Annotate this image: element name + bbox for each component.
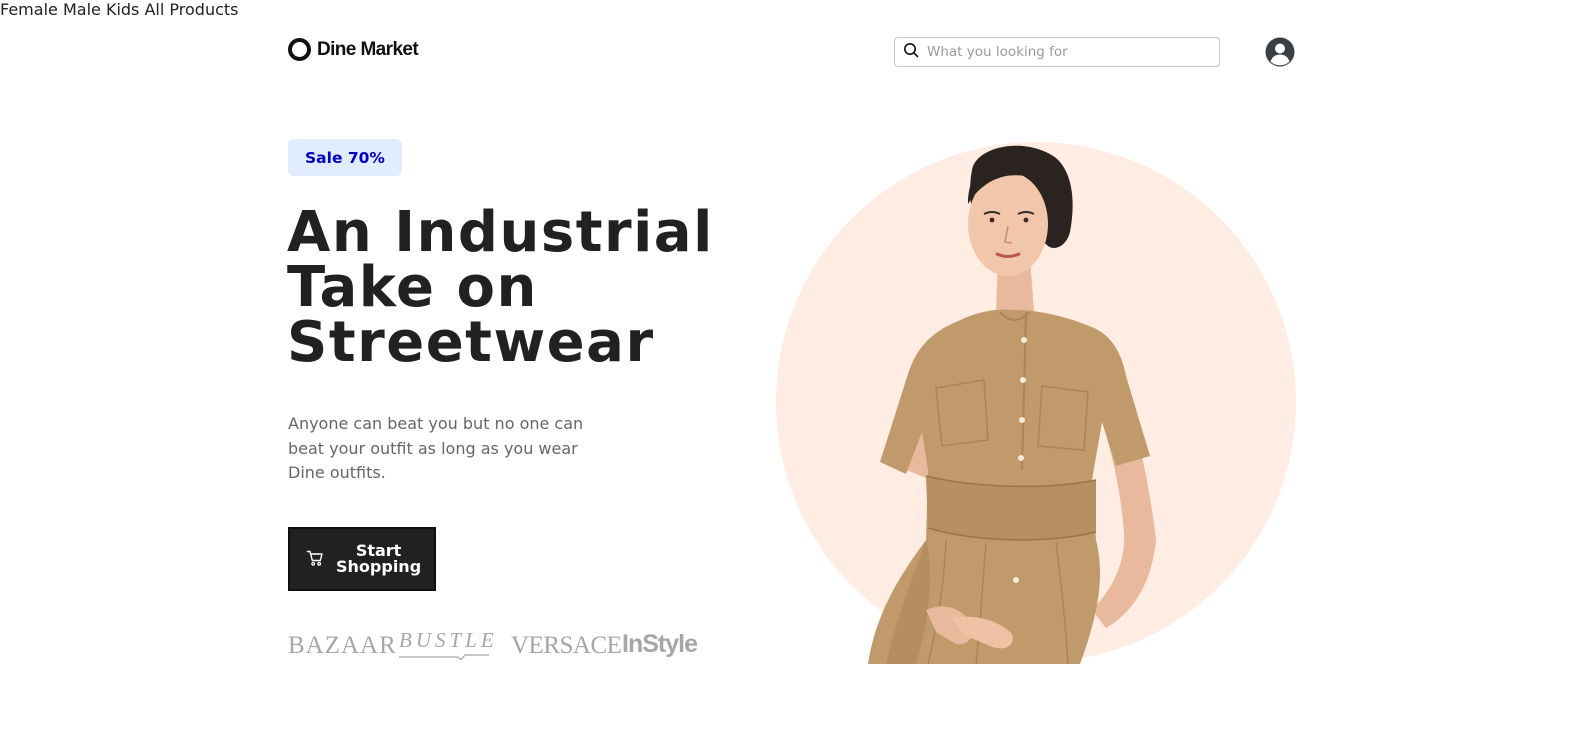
nav-link-all-products[interactable]: All Products: [144, 0, 238, 19]
instyle-logo: InStyle: [622, 630, 698, 658]
description-line: Dine outfits.: [288, 463, 386, 482]
hero-description: Anyone can beat you but no one can beat …: [288, 412, 598, 486]
bustle-underline-icon: [399, 654, 489, 660]
bazaar-logo: BAZAAR: [288, 632, 397, 659]
logo[interactable]: Dine Market: [288, 38, 419, 61]
headline-line: An Industrial: [287, 200, 714, 265]
hero-model-image: [776, 142, 1296, 664]
logo-ring-icon: [288, 38, 311, 61]
search-icon: [903, 42, 919, 62]
description-line: Anyone can beat you but no one can: [288, 414, 584, 433]
nav-link-female[interactable]: Female: [0, 0, 58, 19]
user-circle-icon[interactable]: [1265, 37, 1295, 67]
main-nav: Female Male Kids All Products: [0, 0, 1585, 19]
cart-icon: [306, 549, 324, 570]
cta-line: Shopping: [336, 557, 422, 576]
logo-text: Dine Market: [317, 38, 419, 60]
description-line: beat your outfit as long as you wear: [288, 438, 578, 458]
site-header: Dine Market Female Male Kids All Product…: [0, 0, 1585, 67]
start-shopping-label: Start Shopping: [336, 543, 421, 575]
nav-link-male[interactable]: Male: [63, 0, 101, 19]
search-input[interactable]: [927, 44, 1207, 60]
start-shopping-button[interactable]: Start Shopping: [288, 527, 436, 591]
headline-line: Take on: [287, 255, 538, 320]
versace-logo: VERSACE: [511, 632, 622, 659]
headline-line: Streetwear: [287, 310, 655, 375]
hero-headline: An Industrial Take on Streetwear: [287, 200, 747, 375]
sale-badge: Sale 70%: [288, 139, 402, 176]
nav-link-kids[interactable]: Kids: [106, 0, 139, 19]
search-bar[interactable]: [894, 37, 1220, 67]
bustle-logo: BUSTLE: [399, 628, 498, 652]
